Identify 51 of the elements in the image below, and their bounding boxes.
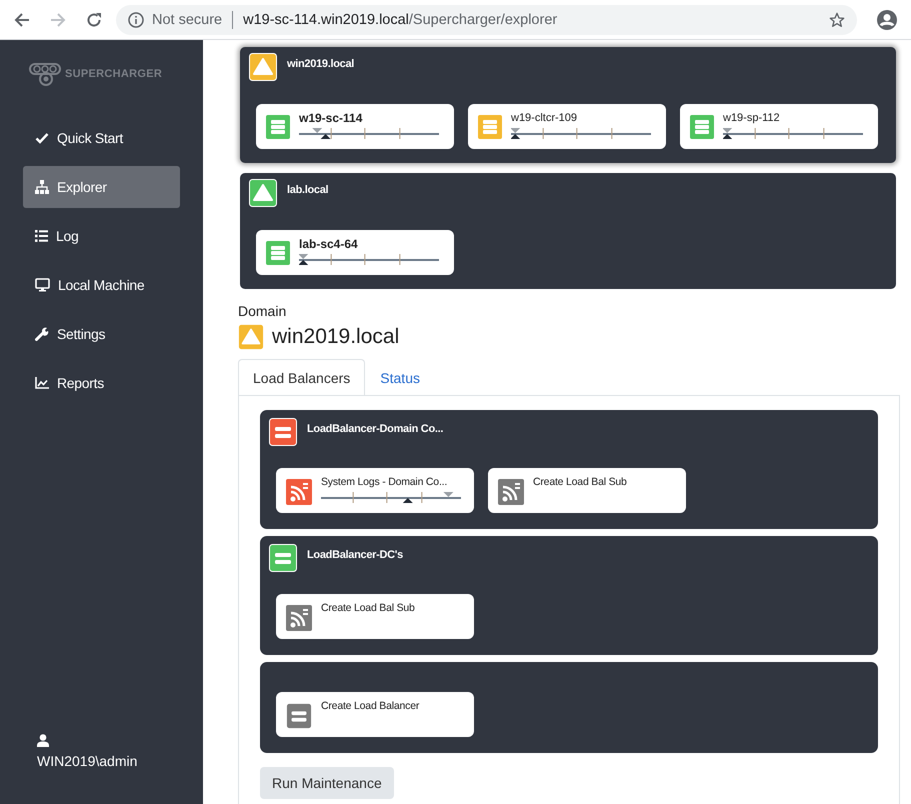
security-label: Not secure (152, 12, 222, 28)
sitemap-icon (35, 180, 49, 194)
url-text: w19-sc-114.win2019.local/Supercharger/explorer (243, 12, 558, 28)
server-card[interactable]: lab-sc4-64 (256, 230, 454, 275)
back-icon[interactable] (14, 12, 30, 28)
server-name: lab-sc4-64 (299, 238, 359, 251)
chart-icon (35, 377, 49, 389)
load-balancer-card[interactable]: Create Load Bal Sub (488, 468, 686, 513)
domain-name: lab.local (287, 184, 328, 196)
wrench-icon (35, 327, 49, 341)
load-balancer-card[interactable]: Create Load Bal Sub (276, 594, 474, 639)
server-name: w19-sp-112 (723, 112, 781, 125)
domain-title: win2019.local (272, 325, 400, 349)
load-balancer-name: LoadBalancer-DC's (307, 549, 403, 561)
nav-item[interactable]: Local Machine (23, 264, 180, 306)
user-name: WIN2019\admin (37, 753, 138, 769)
star-icon[interactable] (829, 12, 845, 28)
card-title: Create Load Bal Sub (533, 476, 627, 489)
domain-panel[interactable]: win2019.local w19-sc-114 w19-cltcr-109 w19-sp-112 (240, 47, 896, 163)
load-balancer-name: LoadBalancer-Domain Co... (307, 423, 444, 435)
domain-panel[interactable]: lab.local lab-sc4-64 (240, 173, 896, 289)
reload-icon[interactable] (86, 12, 102, 28)
account-icon[interactable] (877, 10, 897, 30)
tab[interactable]: Load Balancers (238, 359, 366, 396)
run-maintenance-button[interactable]: Run Maintenance (260, 767, 394, 799)
domain-name: win2019.local (287, 58, 354, 70)
server-card[interactable]: w19-cltcr-109 (468, 104, 666, 149)
monitor-icon (35, 278, 50, 292)
info-icon (128, 12, 144, 28)
check-icon (35, 131, 49, 145)
list-icon (35, 230, 48, 242)
logo-text: SUPERCHARGER (65, 68, 162, 80)
card-title: Create Load Bal Sub (321, 602, 415, 615)
tab[interactable]: Status (365, 359, 435, 396)
address-bar[interactable]: Not secure w19-sc-114.win2019.local/Supercharger/explorer (116, 4, 857, 34)
card-title: System Logs - Domain Co... (321, 476, 448, 489)
card-title: Create Load Balancer (321, 700, 420, 713)
server-name: w19-sc-114 (299, 112, 364, 125)
server-card[interactable]: w19-sc-114 (256, 104, 454, 149)
load-balancer-card[interactable]: System Logs - Domain Co... (276, 468, 474, 513)
supercharger-logo-icon (29, 62, 63, 86)
nav-item[interactable]: Quick Start (23, 117, 180, 159)
nav-item[interactable]: Reports (23, 362, 180, 404)
section-label: Domain (238, 303, 288, 319)
load-balancer-card[interactable]: Create Load Balancer (276, 692, 474, 737)
nav-item[interactable]: Log (23, 215, 180, 257)
nav-item[interactable]: Explorer (23, 166, 180, 208)
user-icon (37, 734, 49, 747)
server-card[interactable]: w19-sp-112 (680, 104, 878, 149)
server-name: w19-cltcr-109 (511, 112, 578, 125)
nav-item[interactable]: Settings (23, 313, 180, 355)
